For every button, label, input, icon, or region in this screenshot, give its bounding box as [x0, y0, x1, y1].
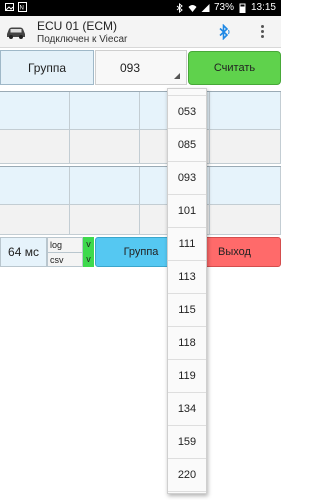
grid-cell — [70, 92, 140, 130]
app-title: ECU 01 (ECM) — [37, 19, 118, 33]
battery-icon — [239, 3, 246, 13]
dropdown-option[interactable]: 118 — [168, 327, 206, 360]
grid-cell — [70, 130, 140, 164]
status-bar: N 73% 13:15 — [0, 0, 281, 16]
car-icon — [7, 27, 25, 39]
read-button[interactable]: Считать — [188, 51, 281, 85]
group-select-value: 093 — [119, 61, 141, 75]
dropdown-option[interactable]: 134 — [168, 393, 206, 426]
nfc-icon: N — [18, 2, 27, 12]
csv-label: csv — [50, 255, 64, 265]
dropdown-option[interactable]: 159 — [168, 426, 206, 459]
dropdown-option[interactable]: 111 — [168, 228, 206, 261]
svg-text:N: N — [20, 6, 24, 12]
status-time: 13:15 — [250, 2, 276, 13]
dropdown-option[interactable]: 115 — [168, 294, 206, 327]
group-select[interactable]: 093 — [95, 50, 187, 85]
csv-checkbox[interactable]: v — [83, 252, 94, 267]
grid-cell — [0, 167, 70, 205]
grid-cell — [0, 205, 70, 235]
connection-subtitle: Подключен к Viecar — [37, 34, 128, 45]
grid-cell — [210, 205, 281, 235]
grid-cell — [210, 92, 281, 130]
grid-cell — [210, 167, 281, 205]
more-vert-icon[interactable] — [259, 25, 265, 39]
grid-cell — [70, 167, 140, 205]
group-dropdown-list[interactable]: 053 085 093 101 111 113 115 118 119 134 … — [167, 88, 207, 494]
data-grid-lower — [0, 166, 281, 235]
dropdown-option[interactable]: 085 — [168, 129, 206, 162]
bluetooth-icon — [176, 2, 183, 13]
grid-cell — [0, 92, 70, 130]
dropdown-option[interactable]: 053 — [168, 96, 206, 129]
group-label: Группа — [0, 50, 94, 85]
app-bar: ECU 01 (ECM) Подключен к Viecar — [0, 16, 281, 48]
dropdown-option[interactable]: 220 — [168, 459, 206, 492]
wifi-icon — [188, 4, 197, 12]
grid-cell — [210, 130, 281, 164]
data-grid-upper — [0, 91, 281, 164]
bluetooth-icon[interactable] — [218, 24, 230, 40]
dropdown-option[interactable]: 113 — [168, 261, 206, 294]
dropdown-option[interactable]: 093 — [168, 162, 206, 195]
interval-display: 64 мс — [0, 237, 47, 267]
image-icon — [5, 3, 14, 11]
battery-percent: 73% — [213, 2, 234, 13]
signal-icon — [201, 3, 210, 12]
dropdown-option[interactable]: 101 — [168, 195, 206, 228]
log-options: log csv — [47, 237, 83, 267]
grid-cell — [0, 130, 70, 164]
dropdown-option[interactable]: 119 — [168, 360, 206, 393]
log-label: log — [50, 240, 63, 250]
log-checkbox[interactable]: v — [83, 237, 94, 252]
grid-cell — [70, 205, 140, 235]
dropdown-arrow-icon — [174, 73, 180, 79]
